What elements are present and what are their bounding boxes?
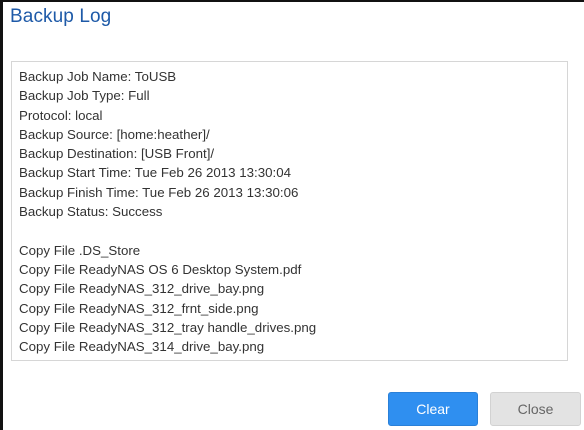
log-line-copy-file: Copy File .DS_Store bbox=[19, 242, 141, 258]
dialog-left-border bbox=[0, 0, 3, 430]
log-blank-line bbox=[19, 221, 560, 240]
log-file-list: Copy File .DS_Store Copy File ReadyNAS O… bbox=[19, 241, 560, 357]
log-text-area[interactable]: Backup Job Name: ToUSB Backup Job Type: … bbox=[11, 61, 568, 361]
dialog-top-border bbox=[0, 0, 584, 2]
log-line-copy-file: Copy File ReadyNAS OS 6 Desktop System.p… bbox=[19, 261, 302, 277]
log-line-copy-file: Copy File ReadyNAS_312_tray handle_drive… bbox=[19, 319, 317, 335]
log-line-start-time: Backup Start Time: Tue Feb 26 2013 13:30… bbox=[19, 165, 292, 181]
log-line-destination: Backup Destination: [USB Front]/ bbox=[19, 146, 215, 162]
log-summary: Backup Job Name: ToUSB Backup Job Type: … bbox=[19, 67, 560, 221]
dialog-title: Backup Log bbox=[10, 6, 112, 27]
log-line-protocol: Protocol: local bbox=[19, 107, 103, 123]
log-line-copy-file: Copy File ReadyNAS_314_drive_bay.png bbox=[19, 339, 265, 355]
clear-button[interactable]: Clear bbox=[388, 392, 478, 426]
backup-log-dialog: Backup Log Backup Job Name: ToUSB Backup… bbox=[0, 0, 584, 430]
log-line-job-type: Backup Job Type: Full bbox=[19, 88, 150, 104]
log-line-source: Backup Source: [home:heather]/ bbox=[19, 126, 210, 142]
log-line-job-name: Backup Job Name: ToUSB bbox=[19, 69, 177, 84]
log-line-finish-time: Backup Finish Time: Tue Feb 26 2013 13:3… bbox=[19, 184, 299, 200]
log-line-copy-file: Copy File ReadyNAS_312_drive_bay.png bbox=[19, 281, 265, 297]
log-line-copy-file: Copy File ReadyNAS_312_frnt_side.png bbox=[19, 300, 259, 316]
close-button[interactable]: Close bbox=[490, 392, 581, 426]
log-line-status: Backup Status: Success bbox=[19, 204, 163, 220]
